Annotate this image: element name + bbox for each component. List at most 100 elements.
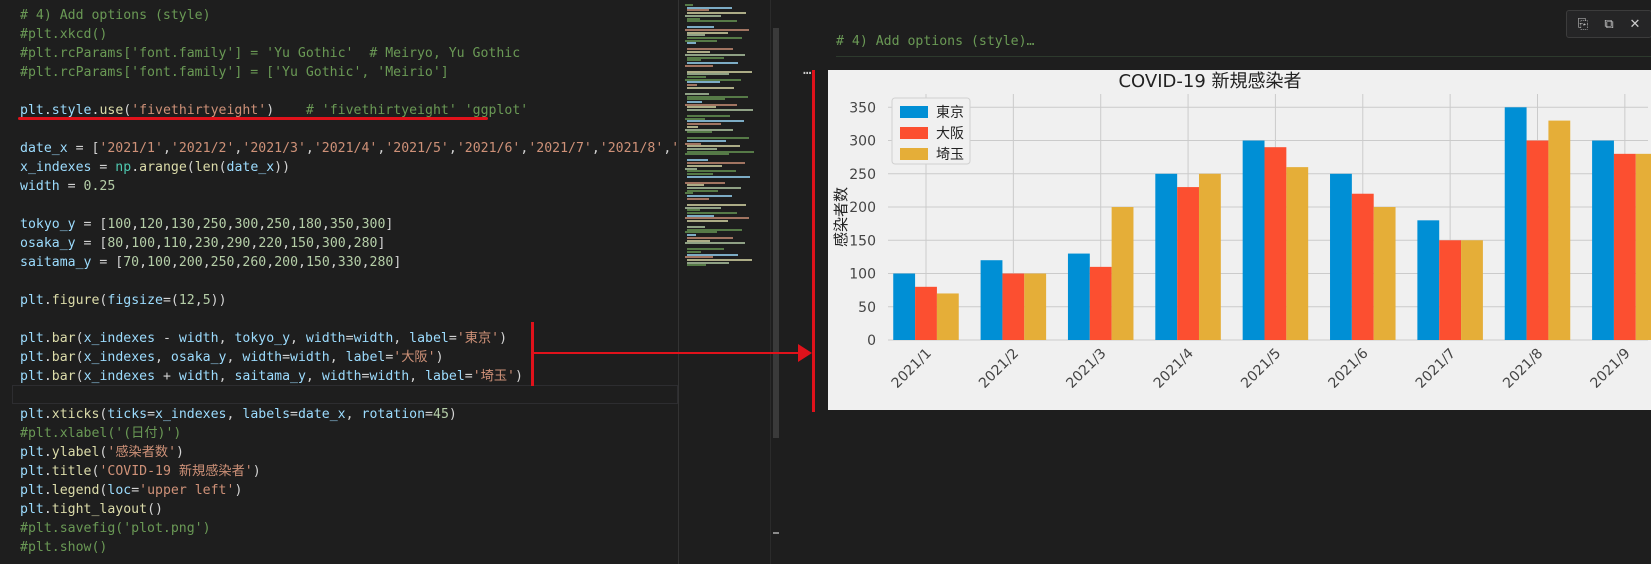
code-token: plt (20, 483, 44, 498)
code-line[interactable]: tokyo_y = [100,120,130,250,300,250,180,3… (20, 215, 393, 234)
code-editor[interactable]: # 4) Add options (style) #plt.xkcd() #plt.… (0, 0, 678, 564)
code-token: width (353, 331, 394, 346)
minimap-line (687, 228, 742, 231)
x-tick-label: 2021/9 (1588, 346, 1634, 392)
minimap-line (687, 150, 754, 153)
code-token: = (91, 160, 116, 175)
close-icon[interactable]: ✕ (1623, 13, 1647, 35)
code-token: label (425, 369, 465, 384)
x-tick-label: 2021/6 (1325, 345, 1371, 391)
minimap-line (687, 56, 724, 59)
x-tick-label: 2021/3 (1063, 346, 1109, 392)
code-token: x_indexes (83, 331, 156, 346)
minimap-line (687, 211, 737, 214)
minimap-line (687, 189, 718, 192)
code-token: label (345, 350, 386, 365)
annotation-underline (18, 117, 488, 120)
scrollbar-thumb[interactable] (773, 28, 779, 438)
code-line[interactable]: saitama_y = [70,100,200,250,260,200,150,… (20, 253, 401, 272)
code-token: = (290, 407, 298, 422)
code-token: , (226, 350, 243, 365)
code-line[interactable]: #plt.savefig('plot.png') (20, 519, 211, 538)
minimap-line (687, 162, 745, 165)
code-token: = (131, 483, 140, 498)
bar-2 (1526, 140, 1549, 340)
code-token: ) (252, 464, 261, 479)
code-token: width (305, 331, 346, 346)
minimap-line (687, 109, 753, 111)
minimap-line (687, 139, 726, 142)
code-token: width (290, 350, 330, 365)
minimap-line (687, 51, 710, 54)
code-token: () (147, 502, 163, 517)
code-token: '2021/2' (170, 141, 235, 156)
code-token: 250 (210, 255, 235, 270)
minimap-line (687, 137, 749, 140)
code-line[interactable]: plt.ylabel('感染者数') (20, 443, 184, 462)
minimap-line (687, 203, 746, 206)
code-token: ] (385, 217, 394, 232)
code-line[interactable]: plt.figure(figsize=(12,5)) (20, 291, 227, 310)
code-line[interactable]: plt.legend(loc='upper left') (20, 481, 242, 500)
code-line[interactable]: #plt.rcParams['font.family'] = ['Yu Goth… (20, 63, 449, 82)
code-line[interactable]: #plt.rcParams['font.family'] = 'Yu Gothi… (20, 44, 520, 63)
minimap-line (687, 42, 696, 45)
code-token: figsize (107, 293, 163, 308)
minimap-line (687, 226, 705, 228)
code-line[interactable]: date_x = ['2021/1','2021/2','2021/3','20… (20, 139, 678, 158)
annotation-arrow-line (531, 352, 806, 354)
minimap[interactable] (678, 0, 771, 564)
code-token: ) (266, 103, 306, 118)
y-tick-label: 150 (849, 233, 876, 249)
minimap-line (685, 64, 713, 67)
code-line[interactable]: x_indexes = np.arange(len(date_x)) (20, 158, 290, 177)
output-more-icon[interactable]: … (803, 62, 811, 78)
code-line[interactable]: #plt.show() (20, 538, 107, 557)
code-token: osaka_y (170, 350, 227, 365)
code-token: , (321, 217, 330, 232)
bar-1 (893, 273, 916, 340)
minimap-line (685, 206, 721, 209)
bar-2 (1177, 187, 1199, 340)
copy-icon[interactable]: ⎘ (1571, 13, 1595, 35)
bar-1 (1330, 173, 1352, 340)
code-token: , (345, 236, 354, 251)
code-token: 'fivethirtyeight' (131, 103, 267, 118)
bar-2 (915, 286, 937, 340)
minimap-line (687, 236, 733, 239)
code-line[interactable]: plt.bar(x_indexes + width, saitama_y, wi… (20, 367, 523, 386)
code-token: title (51, 464, 92, 479)
code-token: , (266, 255, 275, 270)
legend-label: 埼玉 (936, 147, 964, 163)
minimap-line (687, 98, 725, 101)
minimap-line (687, 131, 712, 134)
bar-3 (1548, 120, 1571, 340)
x-tick-label: 2021/4 (1151, 345, 1197, 391)
code-line[interactable]: osaka_y = [80,100,110,230,290,220,150,30… (20, 234, 385, 253)
code-line[interactable]: plt.bar(x_indexes, osaka_y, width=width,… (20, 348, 444, 367)
code-line[interactable]: #plt.xkcd() (20, 25, 107, 44)
code-line[interactable]: plt.xticks(ticks=x_indexes, labels=date_… (20, 405, 457, 424)
code-token: , (162, 141, 171, 156)
code-line[interactable]: #plt.xlabel('(日付)') (20, 424, 181, 443)
code-token: 120 (139, 217, 163, 232)
code-token: legend (51, 483, 100, 498)
scrollbar-marker (773, 532, 779, 534)
code-line[interactable]: plt.tight_layout() (20, 500, 163, 519)
code-line[interactable]: # 4) Add options (style) (20, 6, 211, 25)
minimap-line (687, 209, 700, 212)
code-line[interactable]: width = 0.25 (20, 177, 115, 196)
code-line[interactable]: plt.bar(x_indexes - width, tokyo_y, widt… (20, 329, 507, 348)
code-token: saitama_y (234, 369, 306, 384)
paste-icon[interactable]: ⧉ (1597, 13, 1621, 35)
code-token: 220 (258, 236, 283, 251)
minimap-line (687, 234, 696, 237)
minimap-line (687, 59, 701, 62)
code-token: , (123, 236, 132, 251)
code-line[interactable]: plt.title('COVID-19 新規感染者') (20, 462, 261, 481)
minimap-line (687, 9, 709, 12)
output-cell-title[interactable]: # 4) Add options (style)… (836, 34, 1035, 49)
minimap-line (687, 264, 706, 267)
bar-1 (1067, 253, 1090, 340)
minimap-line (687, 95, 748, 98)
